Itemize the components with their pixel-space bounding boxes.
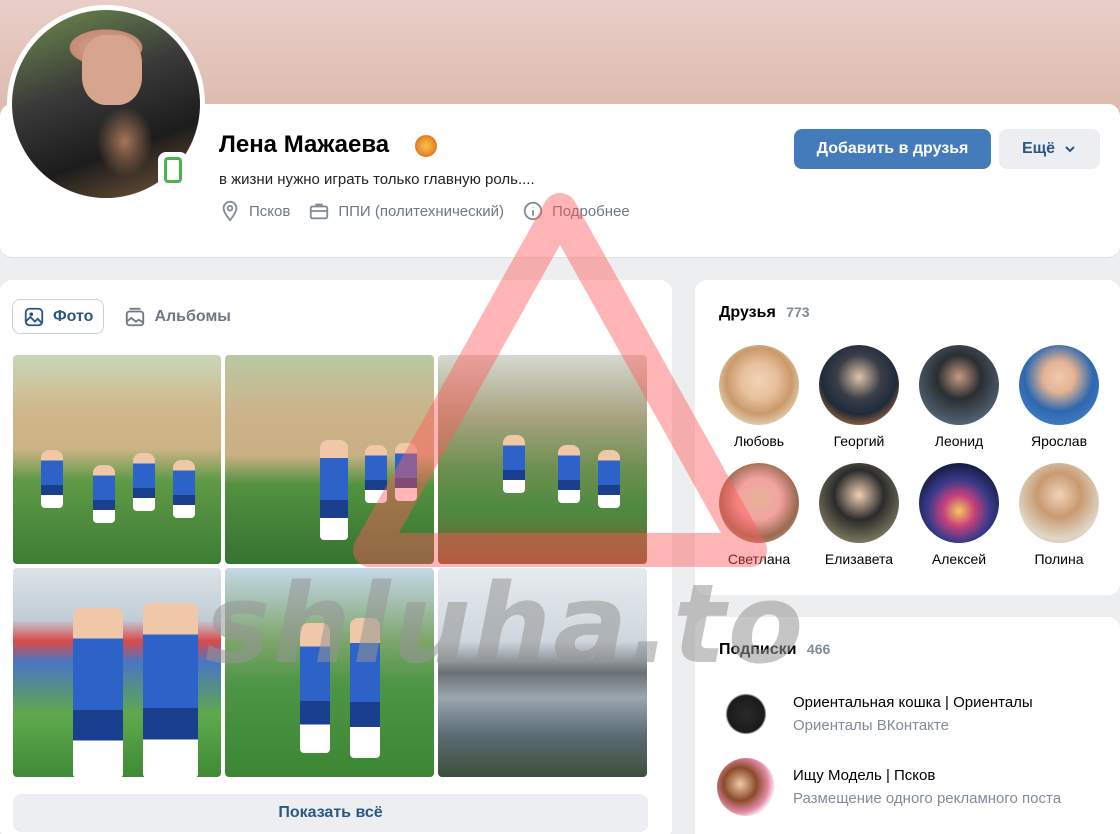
friend-item[interactable]: Ярослав (1009, 345, 1109, 449)
friend-item[interactable]: Леонид (909, 345, 1009, 449)
friend-name: Алексей (931, 551, 987, 567)
avatar (919, 463, 999, 543)
watermark-triangle-icon (353, 193, 767, 567)
more-actions-button[interactable]: Ещё (999, 129, 1100, 169)
photo-thumbnail[interactable] (13, 568, 221, 777)
avatar (1019, 463, 1099, 543)
avatar (819, 345, 899, 425)
avatar (919, 345, 999, 425)
add-friend-button[interactable]: Добавить в друзья (794, 129, 991, 169)
subscription-item[interactable]: Ориентальная кошка | Ориенталы Ориенталы… (717, 685, 1093, 743)
emoji-status-icon[interactable] (415, 135, 437, 157)
tab-photos-label: Фото (53, 307, 94, 325)
subscription-title: Ищу Модель | Псков (793, 767, 936, 784)
friend-name: Ярослав (1030, 433, 1088, 449)
city-label: Псков (249, 202, 291, 220)
show-all-photos-button[interactable]: Показать всё (13, 794, 648, 832)
avatar (1019, 345, 1099, 425)
friend-name: Георгий (833, 433, 885, 449)
chevron-down-icon (1065, 146, 1075, 153)
friend-name: Леонид (934, 433, 984, 449)
subscriptions-count: 466 (806, 641, 831, 657)
friend-item[interactable]: Полина (1009, 463, 1109, 567)
image-icon (24, 307, 44, 326)
friend-name: Полина (1034, 551, 1084, 567)
friend-item[interactable]: Алексей (909, 463, 1009, 567)
subscription-title: Ориентальная кошка | Ориенталы (793, 694, 1033, 711)
photo-thumbnail[interactable] (13, 355, 221, 564)
tab-photos[interactable]: Фото (12, 299, 105, 334)
mobile-online-icon (158, 152, 188, 188)
subscription-desc: Ориенталы ВКонтакте (793, 717, 949, 734)
avatar (819, 463, 899, 543)
location-icon (222, 200, 238, 222)
friends-count: 773 (786, 304, 810, 320)
tab-albums[interactable]: Альбомы (114, 299, 241, 334)
friend-name: Елизавета (824, 551, 894, 567)
friend-item[interactable]: Георгий (809, 345, 909, 449)
tab-albums-label: Альбомы (154, 307, 231, 325)
albums-icon (126, 307, 145, 326)
avatar (717, 685, 775, 743)
friend-item[interactable]: Елизавета (809, 463, 909, 567)
briefcase-icon (310, 203, 329, 220)
profile-name: Лена Мажаева (219, 131, 390, 158)
city-info: Псков (219, 200, 290, 222)
more-label: Ещё (1021, 140, 1056, 157)
watermark-text: shluha.to (205, 560, 806, 688)
subscription-desc: Размещение одного рекламного поста (793, 790, 1062, 807)
subscription-item[interactable]: Ищу Модель | Псков Размещение одного рек… (717, 758, 1093, 816)
avatar (717, 758, 775, 816)
profile-status: в жизни нужно играть только главную роль… (219, 171, 535, 188)
photo-tabs: Фото Альбомы (12, 299, 241, 334)
